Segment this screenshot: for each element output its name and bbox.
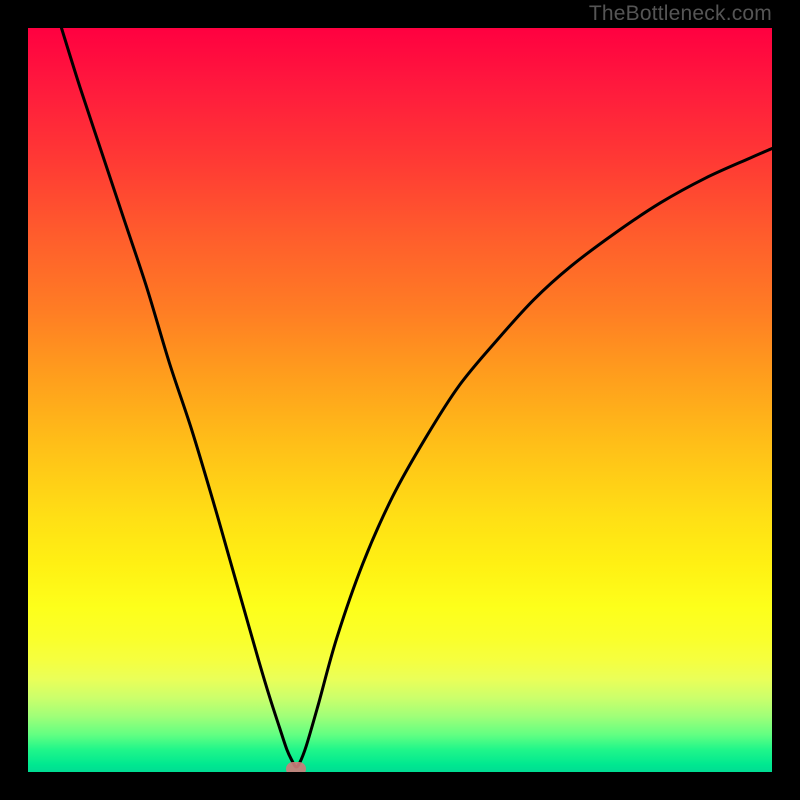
curve-svg (28, 28, 772, 772)
bottleneck-curve (61, 28, 772, 767)
chart-frame: TheBottleneck.com (0, 0, 800, 800)
optimal-point-marker (286, 762, 306, 772)
plot-area (28, 28, 772, 772)
attribution-label: TheBottleneck.com (589, 2, 772, 26)
